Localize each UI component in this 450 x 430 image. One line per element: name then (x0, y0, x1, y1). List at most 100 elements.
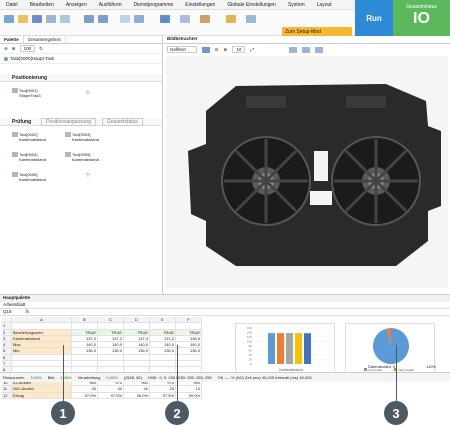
callout-line-3 (396, 345, 397, 401)
bar-tick-label: 140 (247, 331, 252, 335)
bar-tick-label: 40 (249, 353, 253, 357)
zoom-out-icon[interactable]: ⊖ (4, 46, 8, 52)
tool-edge-distance-2[interactable]: Tool[0003] Kantenabstand (65, 132, 99, 142)
tools-icon[interactable] (200, 15, 210, 23)
tab-palette[interactable]: Palette (0, 36, 24, 43)
tab-image-viewer[interactable]: Bildbetrachter (164, 36, 450, 44)
position-adjust-button[interactable]: Positionsanpassung (41, 117, 96, 126)
add-tool-icon[interactable]: + (85, 88, 91, 99)
section-check[interactable]: Prüfung Positionsanpassung Gesamtstatus (0, 117, 162, 126)
tool-edge-distance-3[interactable]: Tool[0004] Kantenabstand (12, 152, 46, 162)
formula-bar: Q18 fx (0, 309, 450, 316)
bar-5[interactable] (304, 333, 311, 364)
status-item-4: Verarbeitung (77, 375, 101, 380)
cell-reference[interactable]: Q18 (3, 309, 12, 315)
image-select-icon[interactable] (201, 46, 210, 53)
worksheet-panel: Hauptpalette Arbeitsblatt Q18 fx ABCDEF1… (0, 294, 450, 399)
run-button[interactable]: Run (355, 0, 393, 36)
tab-main-palette[interactable]: Hauptpalette (0, 295, 450, 302)
bar-2[interactable] (277, 333, 284, 364)
add-tool-icon[interactable]: + (85, 170, 91, 181)
bar-tick-label: 0 (250, 362, 252, 366)
tab-overall-result[interactable]: Gesamtergebnis (24, 36, 66, 43)
layout-single-icon[interactable] (288, 46, 297, 53)
status-item-8: OK ---- % (0/0) Zeit (ms) 40,025 Interva… (217, 375, 312, 380)
menu-bar: Datei Bearbeiten Anzeigen Ausführen Dienstpr… (0, 0, 355, 10)
menu-item-4[interactable]: Dienstprogramme (128, 2, 180, 8)
spreadsheet-grid[interactable]: A B C D E F 1 2 Beurteilungswert TRUE TRUE TRUE TRUE… (2, 317, 230, 399)
warning-icon[interactable] (226, 15, 236, 23)
overall-status-title: Gesamtstatus (406, 4, 437, 10)
help-icon[interactable] (246, 15, 256, 23)
camera-icon[interactable] (46, 15, 56, 23)
bar-chart[interactable]: 160 140 120 100 80 60 40 20 0 Kantenabstand (235, 323, 335, 373)
worksheet-title: Arbeitsblatt (0, 302, 450, 309)
task-label: Task[0000]Haupt-Task (10, 56, 55, 61)
table-cell[interactable]: 96,0% (124, 392, 150, 399)
menu-item-3[interactable]: Ausführen (93, 2, 128, 8)
row-number[interactable]: 12 (2, 392, 12, 399)
zoom-in-icon[interactable]: ⊕ (224, 47, 228, 53)
task-row[interactable]: Task[0000]Haupt-Task (0, 54, 162, 64)
tool-edge-distance-1[interactable]: Tool[0002] Kantenabstand (12, 132, 46, 142)
monitor-icon[interactable] (60, 15, 70, 23)
table-row: 12 Ertrag 97,0% 97,0% 96,0% 97,5% 99,0% (2, 392, 230, 399)
zoom-in-icon[interactable]: ⊕ (12, 46, 16, 52)
table-cell[interactable]: 97,0% (98, 392, 124, 399)
menu-item-5[interactable]: Einstellungen (179, 2, 221, 8)
menu-item-2[interactable]: Anzeigen (60, 2, 93, 8)
bar-3[interactable] (286, 333, 293, 364)
open-folder-icon[interactable] (18, 15, 28, 23)
callout-1: 1 (51, 401, 75, 425)
settings-icon[interactable] (120, 15, 130, 23)
chart-icon[interactable] (180, 15, 190, 23)
bar-tick-label: 20 (249, 358, 253, 362)
layout-icon[interactable] (134, 15, 144, 23)
table-cell[interactable]: 97,5% (150, 392, 176, 399)
image-viewer: Bildbetrachter Gefiltert ⊖ ⊕ 10 ⤢ (164, 36, 450, 294)
table-cell[interactable]: 99,0% (176, 392, 202, 399)
callout-2: 2 (165, 401, 189, 425)
undo-icon[interactable] (84, 15, 94, 23)
fit-icon[interactable]: ⤢ (250, 47, 254, 52)
bar-1[interactable] (268, 333, 275, 364)
table-cell[interactable]: 97,0% (72, 392, 98, 399)
viewer-zoom-field[interactable]: 10 (232, 46, 246, 53)
menu-item-0[interactable]: Datei (0, 2, 24, 8)
sheet-zoom[interactable]: 110% (426, 364, 436, 369)
menu-item-6[interactable]: Globale Einstellungen (221, 2, 282, 8)
bar-tick-label: 160 (247, 326, 252, 330)
status-item-0: Ressourcen (3, 375, 25, 380)
bar-4[interactable] (295, 333, 302, 364)
menu-item-7[interactable]: System (282, 2, 311, 8)
status-item-3: 4,48% (60, 375, 72, 380)
viewer-mode-select[interactable]: Gefiltert (167, 46, 197, 53)
layout-grid-icon[interactable] (314, 46, 323, 53)
callout-3: 3 (384, 401, 408, 425)
callout-line-2 (177, 345, 178, 401)
refresh-icon[interactable]: ↻ (39, 46, 43, 52)
callout-line-1 (63, 345, 64, 401)
overall-status-button[interactable]: Gesamtstatus (101, 117, 143, 126)
menu-item-1[interactable]: Bearbeiten (24, 2, 60, 8)
palette-zoom-field[interactable]: 100 (19, 45, 36, 52)
inspection-image[interactable] (166, 56, 448, 288)
new-file-icon[interactable] (4, 15, 14, 23)
data-count: Datenanzahl: 0 110% (368, 364, 436, 369)
tool-edge-distance-4[interactable]: Tool[0005] Kantenabstand (65, 152, 99, 162)
bar-tick-label: 80 (249, 344, 253, 348)
overall-status: Gesamtstatus IO (393, 0, 450, 36)
palette-toolbar: ⊖ ⊕ 100 ↻ (0, 44, 162, 54)
redo-icon[interactable] (98, 15, 108, 23)
overall-status-value: IO (413, 10, 430, 27)
menu-item-8[interactable]: Layout (311, 2, 338, 8)
tool-edge-distance-5[interactable]: Tool[0006] Kantenabstand (12, 172, 46, 182)
status-item-1: 3,00% (30, 375, 42, 380)
layout-split-icon[interactable] (301, 46, 310, 53)
bar-chart-svg: 160140120100806040200Kantenabstand (247, 326, 328, 372)
tool-shapetrax[interactable]: Tool[0001] ShapeTrax3 (12, 88, 41, 98)
section-positioning[interactable]: Positionierung (0, 74, 162, 82)
save-icon[interactable] (32, 15, 42, 23)
zoom-out-icon[interactable]: ⊖ (215, 47, 219, 53)
grid-icon[interactable] (160, 15, 170, 23)
